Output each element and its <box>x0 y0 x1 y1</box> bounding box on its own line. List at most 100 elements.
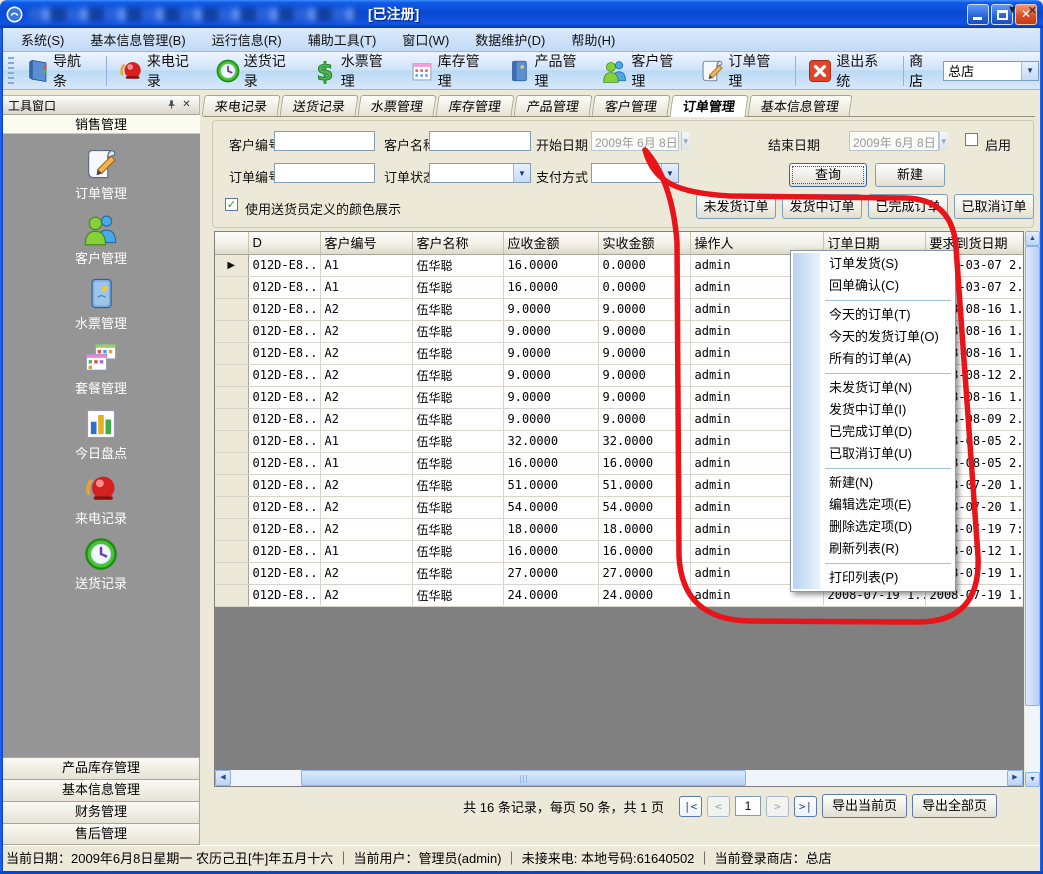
row-selector-cell[interactable] <box>215 298 248 320</box>
header-received[interactable]: 实收金额 <box>598 232 690 254</box>
order-no-input[interactable] <box>274 163 375 183</box>
prev-page-button[interactable]: < <box>707 796 730 817</box>
tab[interactable]: 水票管理 <box>358 95 437 116</box>
context-menu-item[interactable]: 刷新列表(R) <box>793 538 953 560</box>
export-all-pages-button[interactable]: 导出全部页 <box>912 794 997 818</box>
status-filter-button[interactable]: 未发货订单 <box>696 194 776 219</box>
row-selector-cell[interactable] <box>215 452 248 474</box>
header-row-selector[interactable] <box>215 232 248 254</box>
sidebar-item-combos[interactable]: 套餐管理 <box>2 329 200 394</box>
context-menu-item[interactable]: 订单发货(S) <box>793 253 953 275</box>
sidebar-item-tickets[interactable]: 水票管理 <box>2 264 200 329</box>
context-menu-item[interactable]: 打印列表(P) <box>793 567 953 589</box>
row-selector-cell[interactable] <box>215 276 248 298</box>
tab[interactable]: 来电记录 <box>202 95 281 116</box>
page-number-input[interactable] <box>735 796 761 816</box>
sidebar-close-button[interactable]: ✕ <box>179 98 194 113</box>
start-date-picker[interactable]: 2009年 6月 8日 ▼ <box>591 131 679 151</box>
row-selector-cell[interactable] <box>215 386 248 408</box>
status-filter-button[interactable]: 已完成订单 <box>868 194 948 219</box>
scroll-left-icon[interactable]: ◀ <box>215 770 231 786</box>
order-status-select[interactable]: ▼ <box>429 163 531 183</box>
vertical-scrollbar[interactable]: ▲ ▼ <box>1025 231 1040 787</box>
row-selector-cell[interactable] <box>215 364 248 386</box>
toolbar-button-nav[interactable]: 导航条 <box>18 49 101 93</box>
pay-method-select[interactable]: ▼ <box>591 163 679 183</box>
context-menu-item[interactable]: 已取消订单(U) <box>793 443 953 465</box>
shop-select[interactable]: 总店 ▼ <box>943 61 1039 81</box>
row-selector-cell[interactable] <box>215 342 248 364</box>
enable-checkbox[interactable] <box>965 133 978 146</box>
header-id[interactable]: D <box>248 232 320 254</box>
sidebar-item-orders[interactable]: 订单管理 <box>2 134 200 199</box>
sidebar-group-basic-info[interactable]: 基本信息管理 <box>2 779 200 801</box>
query-button[interactable]: 查询 <box>789 163 867 187</box>
status-filter-button[interactable]: 发货中订单 <box>782 194 862 219</box>
row-selector-cell[interactable] <box>215 320 248 342</box>
last-page-button[interactable]: >| <box>794 796 817 817</box>
new-button[interactable]: 新建 <box>875 163 945 187</box>
toolbar-button-calls[interactable]: 来电记录 <box>112 49 209 93</box>
tab-list-button[interactable]: ▼ <box>1007 4 1018 17</box>
row-selector-cell[interactable] <box>215 584 248 606</box>
sidebar-group-finance[interactable]: 财务管理 <box>2 801 200 823</box>
scroll-down-icon[interactable]: ▼ <box>1025 772 1040 787</box>
vertical-scroll-thumb[interactable] <box>1025 246 1040 706</box>
minimize-button[interactable] <box>967 4 989 25</box>
header-receivable[interactable]: 应收金额 <box>503 232 598 254</box>
toolbar-button-products[interactable]: 产品管理 <box>500 49 597 93</box>
next-page-button[interactable]: > <box>766 796 789 817</box>
context-menu-item[interactable]: 新建(N) <box>793 472 953 494</box>
scroll-right-icon[interactable]: ▶ <box>1007 770 1023 786</box>
toolbar-button-orders[interactable]: 订单管理 <box>693 49 790 93</box>
tab[interactable]: 产品管理 <box>514 95 593 116</box>
toolbar-button-customers[interactable]: 客户管理 <box>596 49 693 93</box>
tab[interactable]: 客户管理 <box>592 95 671 116</box>
status-filter-button[interactable]: 已取消订单 <box>954 194 1034 219</box>
customer-name-input[interactable] <box>429 131 531 151</box>
context-menu-item[interactable]: 已完成订单(D) <box>793 421 953 443</box>
context-menu-item[interactable]: 发货中订单(I) <box>793 399 953 421</box>
pin-button[interactable] <box>164 98 179 113</box>
first-page-button[interactable]: |< <box>679 796 702 817</box>
sidebar-group-product-inventory[interactable]: 产品库存管理 <box>2 757 200 779</box>
customer-no-input[interactable] <box>274 131 375 151</box>
toolbar-button-inventory[interactable]: 库存管理 <box>403 49 500 93</box>
row-selector-cell[interactable] <box>215 474 248 496</box>
tab[interactable]: 送货记录 <box>280 95 359 116</box>
context-menu-item[interactable]: 今天的发货订单(O) <box>793 326 953 348</box>
tab[interactable]: 基本信息管理 <box>748 95 853 116</box>
sidebar-item-customers[interactable]: 客户管理 <box>2 199 200 264</box>
header-customer-name[interactable]: 客户名称 <box>412 232 503 254</box>
row-selector-cell[interactable] <box>215 518 248 540</box>
sidebar-item-calls[interactable]: 来电记录 <box>2 459 200 524</box>
tab[interactable]: 订单管理 <box>670 95 749 117</box>
row-selector-cell[interactable] <box>215 562 248 584</box>
row-selector-cell[interactable] <box>215 540 248 562</box>
context-menu-item[interactable]: 所有的订单(A) <box>793 348 953 370</box>
row-selector-cell[interactable]: ▶ <box>215 254 248 276</box>
tab-close-button[interactable]: ✕ <box>1028 4 1037 17</box>
sidebar-item-stocktake[interactable]: 今日盘点 <box>2 394 200 459</box>
toolbar-button-tickets[interactable]: $ 水票管理 <box>306 49 403 93</box>
context-menu-item[interactable]: 回单确认(C) <box>793 275 953 297</box>
header-customer-no[interactable]: 客户编号 <box>320 232 412 254</box>
context-menu-item[interactable]: 今天的订单(T) <box>793 304 953 326</box>
context-menu-item[interactable]: 删除选定项(D) <box>793 516 953 538</box>
sidebar-section-header[interactable]: 销售管理 <box>2 115 200 134</box>
export-current-page-button[interactable]: 导出当前页 <box>822 794 907 818</box>
row-selector-cell[interactable] <box>215 408 248 430</box>
context-menu-item[interactable]: 未发货订单(N) <box>793 377 953 399</box>
scroll-up-icon[interactable]: ▲ <box>1025 231 1040 246</box>
context-menu-item[interactable]: 编辑选定项(E) <box>793 494 953 516</box>
toolbar-grip[interactable] <box>8 57 14 85</box>
horizontal-scroll-thumb[interactable] <box>301 770 746 786</box>
toolbar-button-exit[interactable]: 退出系统 <box>801 49 898 93</box>
end-date-picker[interactable]: 2009年 6月 8日 ▼ <box>849 131 939 151</box>
tab[interactable]: 库存管理 <box>436 95 515 116</box>
toolbar-button-delivery[interactable]: 送货记录 <box>209 49 306 93</box>
row-selector-cell[interactable] <box>215 496 248 518</box>
row-selector-cell[interactable] <box>215 430 248 452</box>
color-checkbox[interactable]: ✓ <box>225 198 238 211</box>
horizontal-scrollbar[interactable]: ◀ ▶ <box>215 770 1023 786</box>
